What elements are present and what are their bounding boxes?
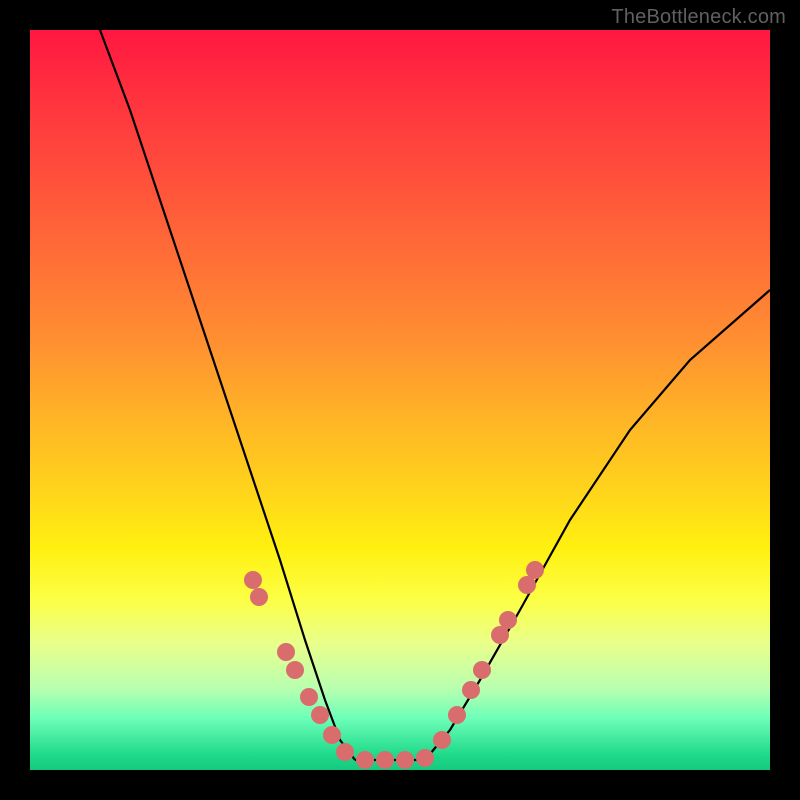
data-point-marker (250, 588, 268, 606)
series-left-curve (100, 30, 355, 760)
data-point-marker (396, 751, 414, 769)
data-point-marker (356, 751, 374, 769)
data-point-marker (526, 561, 544, 579)
data-point-marker (416, 749, 434, 767)
data-point-marker (323, 726, 341, 744)
data-point-marker (433, 731, 451, 749)
data-point-marker (462, 681, 480, 699)
data-point-marker (286, 661, 304, 679)
data-point-marker (300, 688, 318, 706)
data-point-marker (499, 611, 517, 629)
chart-frame: TheBottleneck.com (0, 0, 800, 800)
data-point-marker (376, 751, 394, 769)
curve-svg (30, 30, 770, 770)
data-point-marker (336, 743, 354, 761)
data-point-marker (244, 571, 262, 589)
watermark-text: TheBottleneck.com (611, 6, 786, 29)
data-point-marker (448, 706, 466, 724)
plot-area (30, 30, 770, 770)
data-point-marker (311, 706, 329, 724)
data-point-marker (473, 661, 491, 679)
data-point-marker (277, 643, 295, 661)
